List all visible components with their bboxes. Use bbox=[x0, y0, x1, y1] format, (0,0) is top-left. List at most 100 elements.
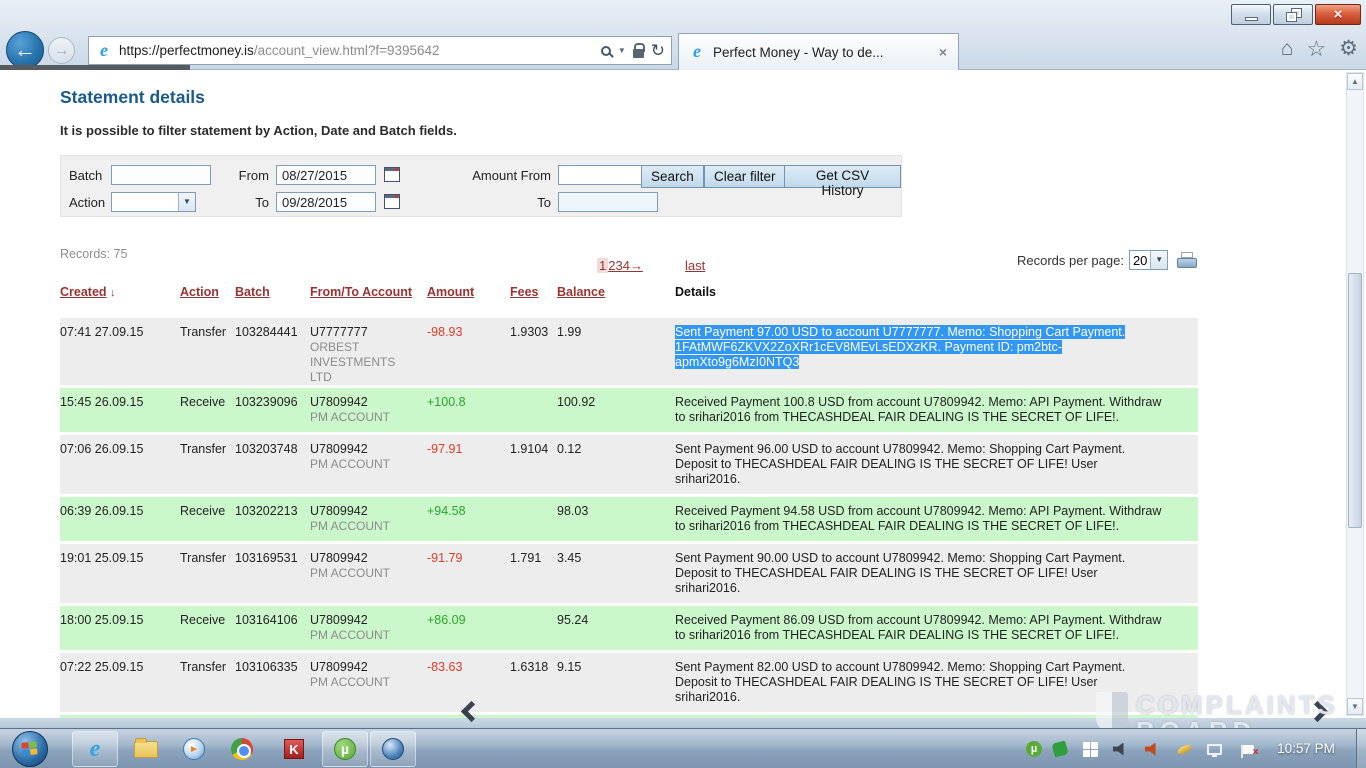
tray-utorrent-icon[interactable]: µ bbox=[1026, 741, 1042, 757]
account-number: U7809942 bbox=[310, 504, 419, 519]
back-button[interactable]: ← bbox=[6, 31, 44, 69]
header-balance[interactable]: Balance bbox=[557, 285, 605, 299]
calendar-from-icon[interactable] bbox=[384, 167, 400, 182]
settings-gear-icon[interactable]: ⚙ bbox=[1339, 38, 1358, 60]
taskbar-utorrent-button[interactable]: µ bbox=[322, 731, 368, 767]
kmplayer-icon[interactable]: K bbox=[282, 737, 306, 761]
close-button[interactable]: × bbox=[1315, 4, 1361, 25]
row-amount: +94.58 bbox=[427, 504, 510, 541]
minimize-button[interactable] bbox=[1231, 4, 1271, 25]
clear-filter-button[interactable]: Clear filter bbox=[704, 165, 786, 188]
forward-button[interactable]: → bbox=[48, 37, 75, 64]
row-balance: 0.12 bbox=[557, 442, 675, 494]
row-fees: 1.9303 bbox=[510, 325, 557, 385]
tab-favicon-icon: e bbox=[688, 43, 706, 61]
header-amount[interactable]: Amount bbox=[427, 285, 474, 299]
pagination-page-link[interactable]: 4 bbox=[623, 258, 630, 273]
row-batch: 103284441 bbox=[235, 325, 310, 385]
header-fees[interactable]: Fees bbox=[510, 285, 539, 299]
search-button[interactable]: Search bbox=[641, 165, 704, 188]
back-arrow-icon: ← bbox=[14, 37, 36, 63]
row-fees: 1.791 bbox=[510, 551, 557, 603]
date-from-input[interactable] bbox=[276, 165, 376, 185]
account-name: ORBEST INVESTMENTS LTD bbox=[310, 340, 419, 385]
header-action[interactable]: Action bbox=[180, 285, 219, 299]
media-player-icon[interactable]: ► bbox=[182, 737, 206, 761]
action-label: Action bbox=[69, 195, 105, 210]
tray-windows-icon[interactable] bbox=[1082, 741, 1098, 757]
print-icon[interactable] bbox=[1177, 252, 1197, 268]
page-viewport: Statement details It is possible to filt… bbox=[0, 70, 1344, 718]
scrollbar-thumb[interactable] bbox=[1348, 273, 1362, 528]
taskbar-clock[interactable]: 10:57 PM bbox=[1270, 741, 1342, 756]
header-from-to-account[interactable]: From/To Account bbox=[310, 285, 412, 299]
account-name: PM ACCOUNT bbox=[310, 628, 419, 643]
row-details-text: Sent Payment 97.00 USD to account U77777… bbox=[675, 325, 1125, 369]
header-batch[interactable]: Batch bbox=[235, 285, 270, 299]
row-batch: 103169531 bbox=[235, 551, 310, 603]
tab-close-icon[interactable]: × bbox=[937, 44, 949, 60]
pagination-page-link[interactable]: → bbox=[630, 258, 643, 273]
tray-phone-icon[interactable] bbox=[1052, 741, 1068, 757]
row-account: U7809942PM ACCOUNT bbox=[310, 551, 427, 603]
address-bar[interactable]: e https://perfectmoney.is/account_view.h… bbox=[88, 36, 672, 65]
row-details: Received Payment 100.8 USD from account … bbox=[675, 395, 1198, 432]
show-desktop-button[interactable] bbox=[1356, 729, 1366, 768]
taskbar-ie-button[interactable]: e bbox=[72, 731, 118, 767]
amount-from-label: Amount From bbox=[411, 168, 551, 183]
tray-audio-manager-icon[interactable] bbox=[1144, 741, 1160, 757]
row-details: Sent Payment 90.00 USD to account U78099… bbox=[675, 551, 1198, 603]
taskbar-torch-button[interactable] bbox=[370, 731, 416, 767]
restore-button[interactable] bbox=[1273, 4, 1313, 25]
action-select[interactable]: ▼ bbox=[111, 192, 196, 212]
file-explorer-icon[interactable] bbox=[134, 737, 158, 761]
row-account: U7809942PM ACCOUNT bbox=[310, 395, 427, 432]
vertical-scrollbar[interactable]: ▲ ▼ bbox=[1346, 72, 1364, 716]
refresh-icon[interactable]: ↻ bbox=[651, 42, 665, 59]
row-created: 18:00 25.09.15 bbox=[60, 613, 180, 650]
browser-chrome: × ← → e https://perfectmoney.is/account_… bbox=[0, 0, 1366, 70]
row-batch: 103164106 bbox=[235, 613, 310, 650]
row-amount: -98.93 bbox=[427, 325, 510, 385]
tray-brush-icon[interactable] bbox=[1176, 741, 1192, 757]
header-created[interactable]: Created bbox=[60, 285, 107, 299]
records-per-page-select[interactable]: 20 ▼ bbox=[1129, 250, 1168, 270]
batch-input[interactable] bbox=[111, 165, 211, 185]
pagination-page-link[interactable]: 3 bbox=[615, 258, 622, 273]
chrome-icon[interactable] bbox=[230, 737, 254, 761]
pagination-page-link[interactable]: 2 bbox=[608, 258, 615, 273]
tray-network-icon[interactable] bbox=[1206, 741, 1222, 757]
scroll-down-icon[interactable]: ▼ bbox=[1347, 698, 1363, 715]
torch-browser-icon bbox=[382, 738, 404, 760]
favorites-star-icon[interactable]: ☆ bbox=[1306, 38, 1326, 60]
minimize-icon bbox=[1245, 17, 1258, 21]
statement-row: 15:45 26.09.15Receive103239096U7809942PM… bbox=[60, 388, 1198, 432]
search-dropdown-icon[interactable]: ▼ bbox=[618, 46, 626, 55]
scroll-up-icon[interactable]: ▲ bbox=[1347, 73, 1363, 90]
calendar-to-icon[interactable] bbox=[384, 194, 400, 209]
browser-tab[interactable]: e Perfect Money - Way to de... × bbox=[678, 33, 959, 70]
row-details: Sent Payment 97.00 USD to account U77777… bbox=[675, 325, 1198, 385]
pagination-last-link[interactable]: last bbox=[685, 258, 705, 273]
amount-to-input[interactable] bbox=[558, 192, 658, 212]
to-label: To bbox=[231, 195, 269, 210]
home-icon[interactable]: ⌂ bbox=[1281, 38, 1294, 60]
forward-arrow-icon: → bbox=[54, 42, 70, 60]
statement-rows: 07:41 27.09.15Transfer103284441U7777777O… bbox=[60, 318, 1198, 718]
tray-volume-icon[interactable] bbox=[1112, 741, 1128, 757]
date-to-input[interactable] bbox=[276, 192, 376, 212]
records-count: Records: 75 bbox=[60, 247, 127, 261]
url-text[interactable]: https://perfectmoney.is/account_view.htm… bbox=[119, 43, 601, 58]
get-csv-history-button[interactable]: Get CSV History bbox=[784, 165, 901, 188]
table-header-row: Created ↓ Action Batch From/To Account A… bbox=[60, 285, 1198, 306]
search-icon[interactable] bbox=[601, 46, 611, 56]
row-amount: +100.8 bbox=[427, 395, 510, 432]
tray-action-center-icon[interactable]: × bbox=[1240, 741, 1256, 757]
row-details: Received Payment 94.58 USD from account … bbox=[675, 504, 1198, 541]
pagination-current-page: 1 bbox=[597, 258, 608, 273]
row-balance: 3.45 bbox=[557, 551, 675, 603]
row-created: 15:45 26.09.15 bbox=[60, 395, 180, 432]
start-button[interactable] bbox=[12, 731, 48, 767]
row-balance: 1.99 bbox=[557, 325, 675, 385]
account-number: U7809942 bbox=[310, 551, 419, 566]
